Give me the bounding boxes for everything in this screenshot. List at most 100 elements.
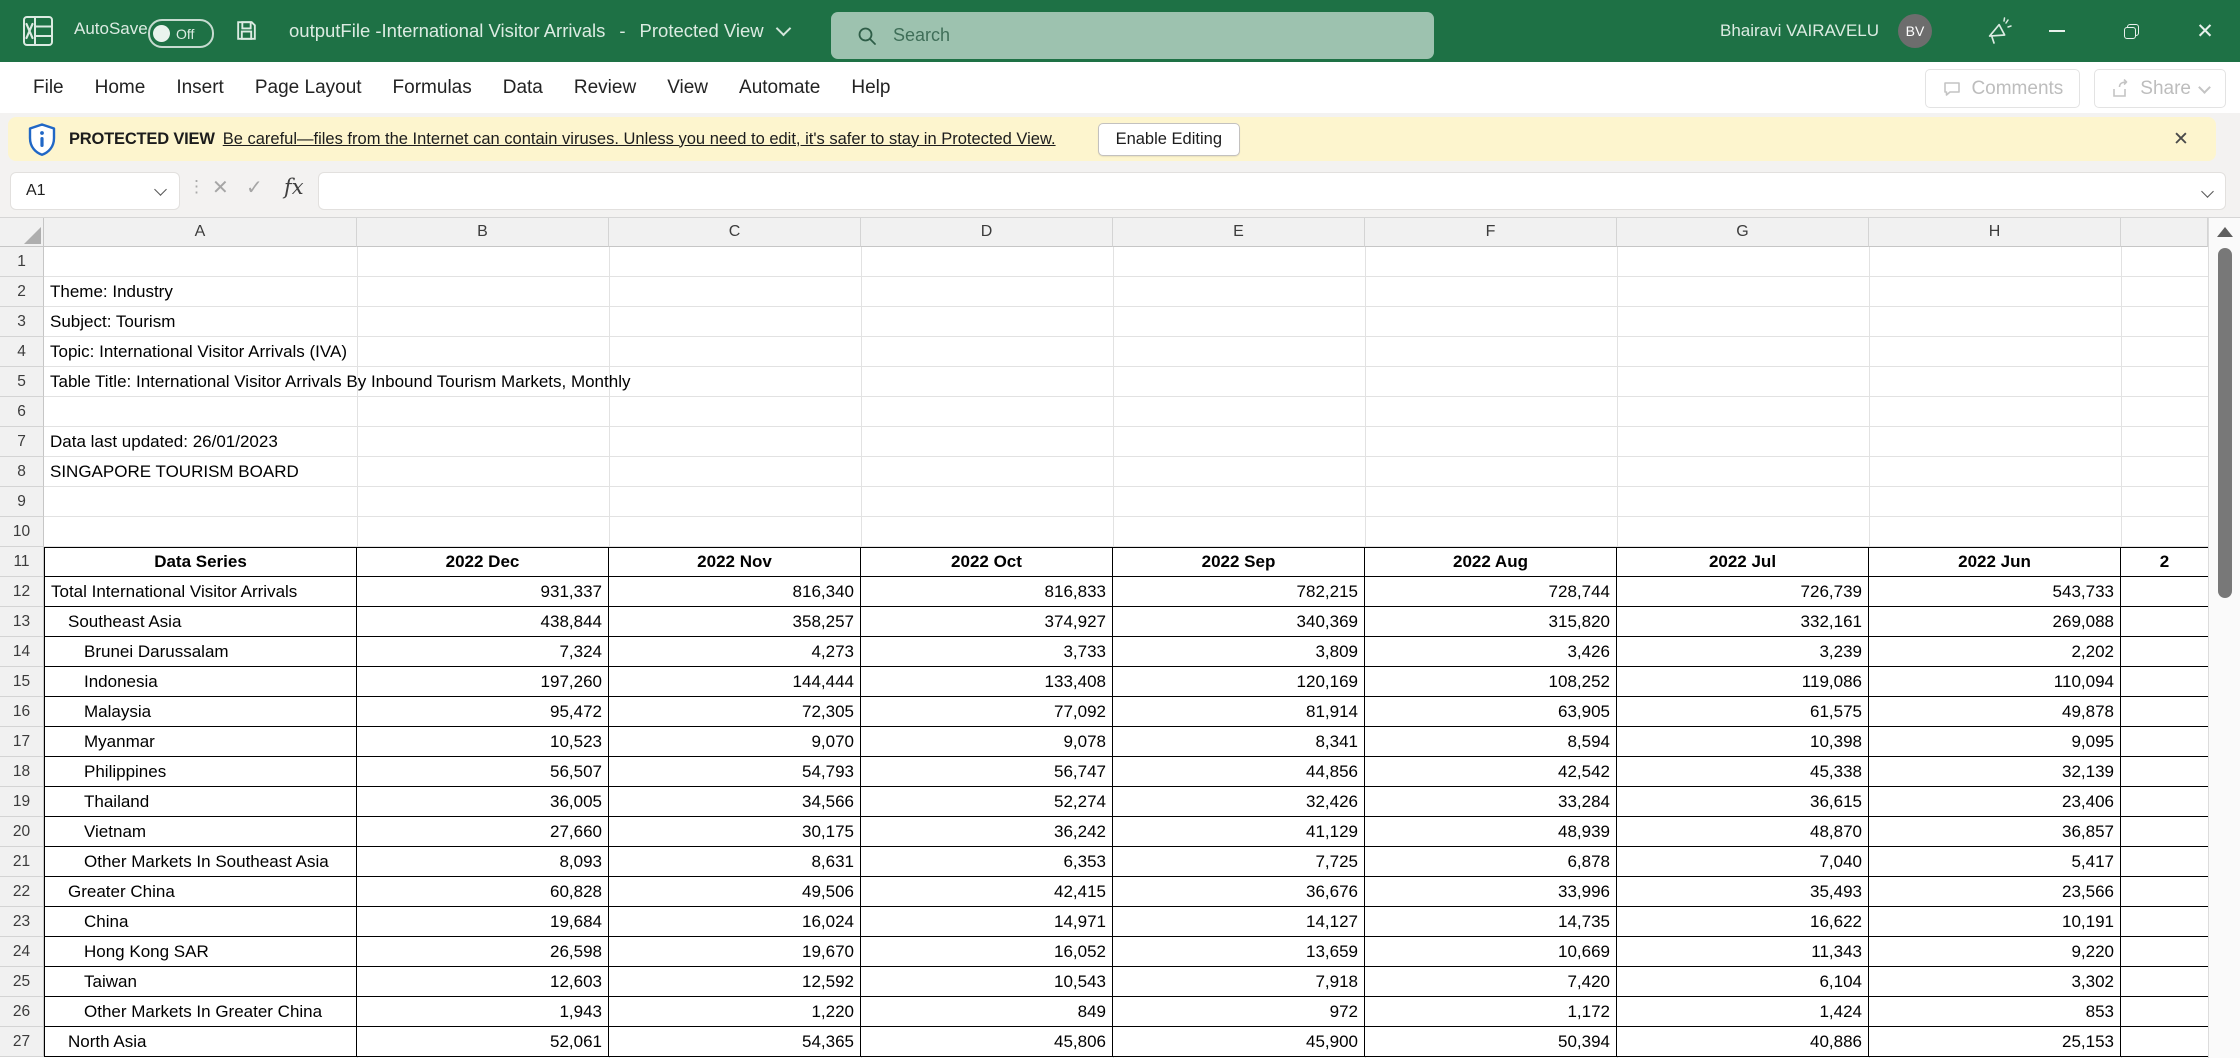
table-cell-value[interactable]: 315,820 — [1365, 607, 1617, 637]
row-header-1[interactable]: 1 — [0, 247, 44, 277]
table-cell-value[interactable]: 3,302 — [1869, 967, 2121, 997]
table-cell-value[interactable]: 133,408 — [861, 667, 1113, 697]
row-header-12[interactable]: 12 — [0, 577, 44, 607]
table-cell-label[interactable]: Southeast Asia — [44, 607, 357, 637]
table-cell-value[interactable]: 12,592 — [609, 967, 861, 997]
table-cell-value[interactable]: 8,594 — [1365, 727, 1617, 757]
column-header-G[interactable]: G — [1617, 218, 1869, 247]
table-cell-value[interactable]: 110,094 — [1869, 667, 2121, 697]
table-cell-label[interactable]: Other Markets In Southeast Asia — [44, 847, 357, 877]
excel-app-icon[interactable] — [22, 15, 54, 47]
column-header-B[interactable]: B — [357, 218, 609, 247]
menu-item-view[interactable]: View — [667, 77, 708, 99]
table-cell-value[interactable]: 7,324 — [357, 637, 609, 667]
table-cell-value[interactable]: 726,739 — [1617, 577, 1869, 607]
row-header-16[interactable]: 16 — [0, 697, 44, 727]
table-cell-value[interactable]: 48,870 — [1617, 817, 1869, 847]
menu-item-file[interactable]: File — [33, 77, 64, 99]
banner-close-button[interactable]: ✕ — [2164, 117, 2198, 161]
table-cell-value[interactable]: 14,971 — [861, 907, 1113, 937]
table-cell-value[interactable]: 34,566 — [609, 787, 861, 817]
table-cell-label[interactable]: Philippines — [44, 757, 357, 787]
table-header-partial[interactable]: 2 — [2121, 547, 2208, 577]
avatar[interactable]: BV — [1898, 14, 1932, 48]
row-header-21[interactable]: 21 — [0, 847, 44, 877]
table-cell-value[interactable]: 8,093 — [357, 847, 609, 877]
menu-item-help[interactable]: Help — [851, 77, 890, 99]
table-cell-value[interactable]: 8,341 — [1113, 727, 1365, 757]
formula-bar-grip-icon[interactable]: ⋮ — [188, 177, 205, 197]
table-cell-value[interactable]: 41,129 — [1113, 817, 1365, 847]
table-cell-partial[interactable] — [2121, 877, 2208, 907]
table-cell-value[interactable]: 60,828 — [357, 877, 609, 907]
row-header-13[interactable]: 13 — [0, 607, 44, 637]
select-all-corner[interactable] — [0, 218, 44, 247]
table-cell-value[interactable]: 44,856 — [1113, 757, 1365, 787]
column-header-F[interactable]: F — [1365, 218, 1617, 247]
table-cell-value[interactable]: 6,353 — [861, 847, 1113, 877]
table-cell-value[interactable]: 3,426 — [1365, 637, 1617, 667]
column-header-C[interactable]: C — [609, 218, 861, 247]
row-header-3[interactable]: 3 — [0, 307, 44, 337]
table-cell-label[interactable]: China — [44, 907, 357, 937]
table-cell-partial[interactable] — [2121, 817, 2208, 847]
row-header-9[interactable]: 9 — [0, 487, 44, 517]
row-header-11[interactable]: 11 — [0, 547, 44, 577]
table-cell-value[interactable]: 63,905 — [1365, 697, 1617, 727]
cancel-entry-icon[interactable]: ✕ — [212, 175, 229, 200]
table-cell-value[interactable]: 19,670 — [609, 937, 861, 967]
table-header-month[interactable]: 2022 Oct — [861, 547, 1113, 577]
table-cell-value[interactable]: 4,273 — [609, 637, 861, 667]
table-cell-value[interactable]: 9,220 — [1869, 937, 2121, 967]
table-cell-partial[interactable] — [2121, 787, 2208, 817]
table-cell-value[interactable]: 49,506 — [609, 877, 861, 907]
table-header-data-series[interactable]: Data Series — [44, 547, 357, 577]
table-cell-value[interactable]: 40,886 — [1617, 1027, 1869, 1057]
row-header-2[interactable]: 2 — [0, 277, 44, 307]
table-cell-value[interactable]: 269,088 — [1869, 607, 2121, 637]
table-cell-value[interactable]: 10,543 — [861, 967, 1113, 997]
table-cell-value[interactable]: 56,747 — [861, 757, 1113, 787]
column-header-partial[interactable] — [2121, 218, 2208, 247]
table-cell-value[interactable]: 340,369 — [1113, 607, 1365, 637]
table-cell-value[interactable]: 42,415 — [861, 877, 1113, 907]
table-cell-value[interactable]: 374,927 — [861, 607, 1113, 637]
menu-item-home[interactable]: Home — [95, 77, 146, 99]
table-cell-value[interactable]: 11,343 — [1617, 937, 1869, 967]
table-cell-value[interactable]: 48,939 — [1365, 817, 1617, 847]
column-header-D[interactable]: D — [861, 218, 1113, 247]
table-cell-value[interactable]: 95,472 — [357, 697, 609, 727]
table-cell-value[interactable]: 25,153 — [1869, 1027, 2121, 1057]
table-cell-value[interactable]: 45,338 — [1617, 757, 1869, 787]
table-cell-value[interactable]: 3,239 — [1617, 637, 1869, 667]
insert-function-icon[interactable]: fx — [284, 175, 304, 199]
menu-item-review[interactable]: Review — [574, 77, 636, 99]
table-cell-label[interactable]: Myanmar — [44, 727, 357, 757]
table-cell-value[interactable]: 7,725 — [1113, 847, 1365, 877]
table-cell-value[interactable]: 33,996 — [1365, 877, 1617, 907]
table-header-month[interactable]: 2022 Nov — [609, 547, 861, 577]
close-button[interactable]: ✕ — [2173, 0, 2237, 62]
table-cell-value[interactable]: 1,172 — [1365, 997, 1617, 1027]
table-cell-value[interactable]: 120,169 — [1113, 667, 1365, 697]
menu-item-insert[interactable]: Insert — [176, 77, 224, 99]
table-cell-value[interactable]: 10,523 — [357, 727, 609, 757]
table-cell-label[interactable]: Brunei Darussalam — [44, 637, 357, 667]
table-cell-value[interactable]: 332,161 — [1617, 607, 1869, 637]
comments-button[interactable]: Comments — [1925, 69, 2081, 108]
table-cell-value[interactable]: 16,622 — [1617, 907, 1869, 937]
table-cell-value[interactable]: 16,024 — [609, 907, 861, 937]
table-header-month[interactable]: 2022 Dec — [357, 547, 609, 577]
table-cell-value[interactable]: 108,252 — [1365, 667, 1617, 697]
table-cell-value[interactable]: 77,092 — [861, 697, 1113, 727]
table-cell-value[interactable]: 816,340 — [609, 577, 861, 607]
table-cell-label[interactable]: Other Markets In Greater China — [44, 997, 357, 1027]
table-cell-value[interactable]: 358,257 — [609, 607, 861, 637]
table-cell-partial[interactable] — [2121, 637, 2208, 667]
table-cell-value[interactable]: 36,676 — [1113, 877, 1365, 907]
table-header-month[interactable]: 2022 Sep — [1113, 547, 1365, 577]
row-header-17[interactable]: 17 — [0, 727, 44, 757]
table-cell-value[interactable]: 27,660 — [357, 817, 609, 847]
table-cell-value[interactable]: 1,424 — [1617, 997, 1869, 1027]
table-cell-value[interactable]: 81,914 — [1113, 697, 1365, 727]
